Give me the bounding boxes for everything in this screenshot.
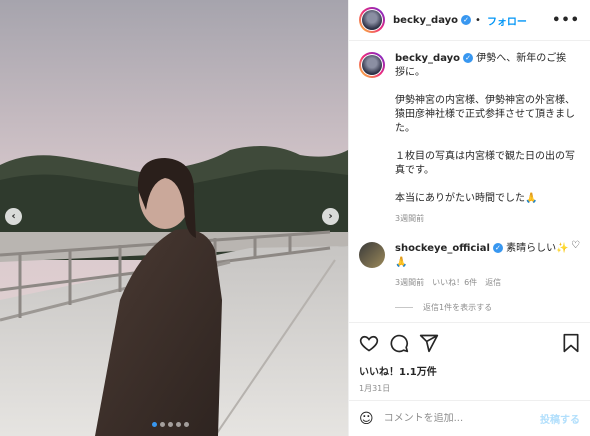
carousel-dot: [176, 422, 181, 427]
avatar[interactable]: [359, 242, 385, 268]
view-replies-button[interactable]: 返信1件を表示する: [395, 302, 580, 313]
reply-button[interactable]: 返信: [485, 276, 501, 290]
comment-time[interactable]: 3週間前: [395, 276, 424, 290]
view-replies-label: 返信1件を表示する: [423, 303, 493, 312]
verified-badge-icon: ✓: [492, 243, 503, 253]
likes-count[interactable]: いいね！1.1万件: [359, 363, 580, 378]
post-date[interactable]: 1月31日: [359, 383, 580, 394]
comment-icon[interactable]: [389, 333, 409, 353]
comment-likes[interactable]: いいね！6件: [432, 276, 477, 290]
post-comment-button[interactable]: 投稿する: [540, 411, 580, 426]
comment-composer: ☺ 投稿する: [349, 400, 590, 436]
chevron-left-icon: ‹: [11, 211, 16, 222]
next-photo-button[interactable]: ›: [322, 208, 339, 225]
comments-section: becky_dayo ✓ 伊勢へ、新年のご挨拶に。 伊勢神宮の内宮様、伊勢神宮の外…: [349, 42, 590, 320]
verified-badge-icon: ✓: [463, 53, 474, 63]
carousel-indicator: [152, 422, 189, 427]
caption-username[interactable]: becky_dayo: [395, 53, 460, 64]
follow-button[interactable]: フォロー: [487, 13, 527, 28]
post-actions: いいね！1.1万件 1月31日: [349, 322, 590, 400]
avatar[interactable]: [359, 52, 385, 78]
emoji-icon[interactable]: ☺: [359, 411, 374, 427]
post-header: becky_dayo ✓ • フォロー •••: [349, 0, 590, 41]
post-sidebar: becky_dayo ✓ • フォロー ••• becky_dayo ✓ 伊勢へ、…: [348, 0, 590, 436]
avatar[interactable]: [359, 7, 385, 33]
share-icon[interactable]: [419, 333, 439, 353]
comment: shockeye_official ✓ 素晴らしい✨🙏 3週間前 いいね！6件 返…: [359, 242, 580, 290]
like-heart-icon[interactable]: [359, 333, 379, 353]
caption-line: 本当にありがたい時間でした🙏: [395, 193, 538, 204]
comment-input[interactable]: [383, 413, 524, 424]
previous-photo-button[interactable]: ‹: [5, 208, 22, 225]
caption: becky_dayo ✓ 伊勢へ、新年のご挨拶に。 伊勢神宮の内宮様、伊勢神宮の外…: [359, 52, 580, 226]
more-options-icon[interactable]: •••: [552, 13, 580, 28]
header-username[interactable]: becky_dayo: [393, 15, 458, 26]
bookmark-icon[interactable]: [562, 333, 580, 353]
photo-image: [0, 0, 348, 436]
verified-badge-icon: ✓: [461, 15, 472, 25]
comment-username[interactable]: shockeye_official: [395, 243, 490, 254]
caption-time[interactable]: 3週間前: [395, 212, 575, 226]
carousel-dot: [160, 422, 165, 427]
post-photo[interactable]: ‹ ›: [0, 0, 348, 436]
chevron-right-icon: ›: [328, 211, 333, 222]
comment-like-heart-icon[interactable]: ♡: [571, 240, 580, 251]
caption-line: １枚目の写真は内宮様で観た日の出の写真です。: [395, 151, 575, 176]
carousel-dot: [152, 422, 157, 427]
carousel-dot: [168, 422, 173, 427]
caption-line: 伊勢神宮の内宮様、伊勢神宮の外宮様、猿田彦神社様で正式参拝させて頂きました。: [395, 95, 575, 134]
carousel-dot: [184, 422, 189, 427]
